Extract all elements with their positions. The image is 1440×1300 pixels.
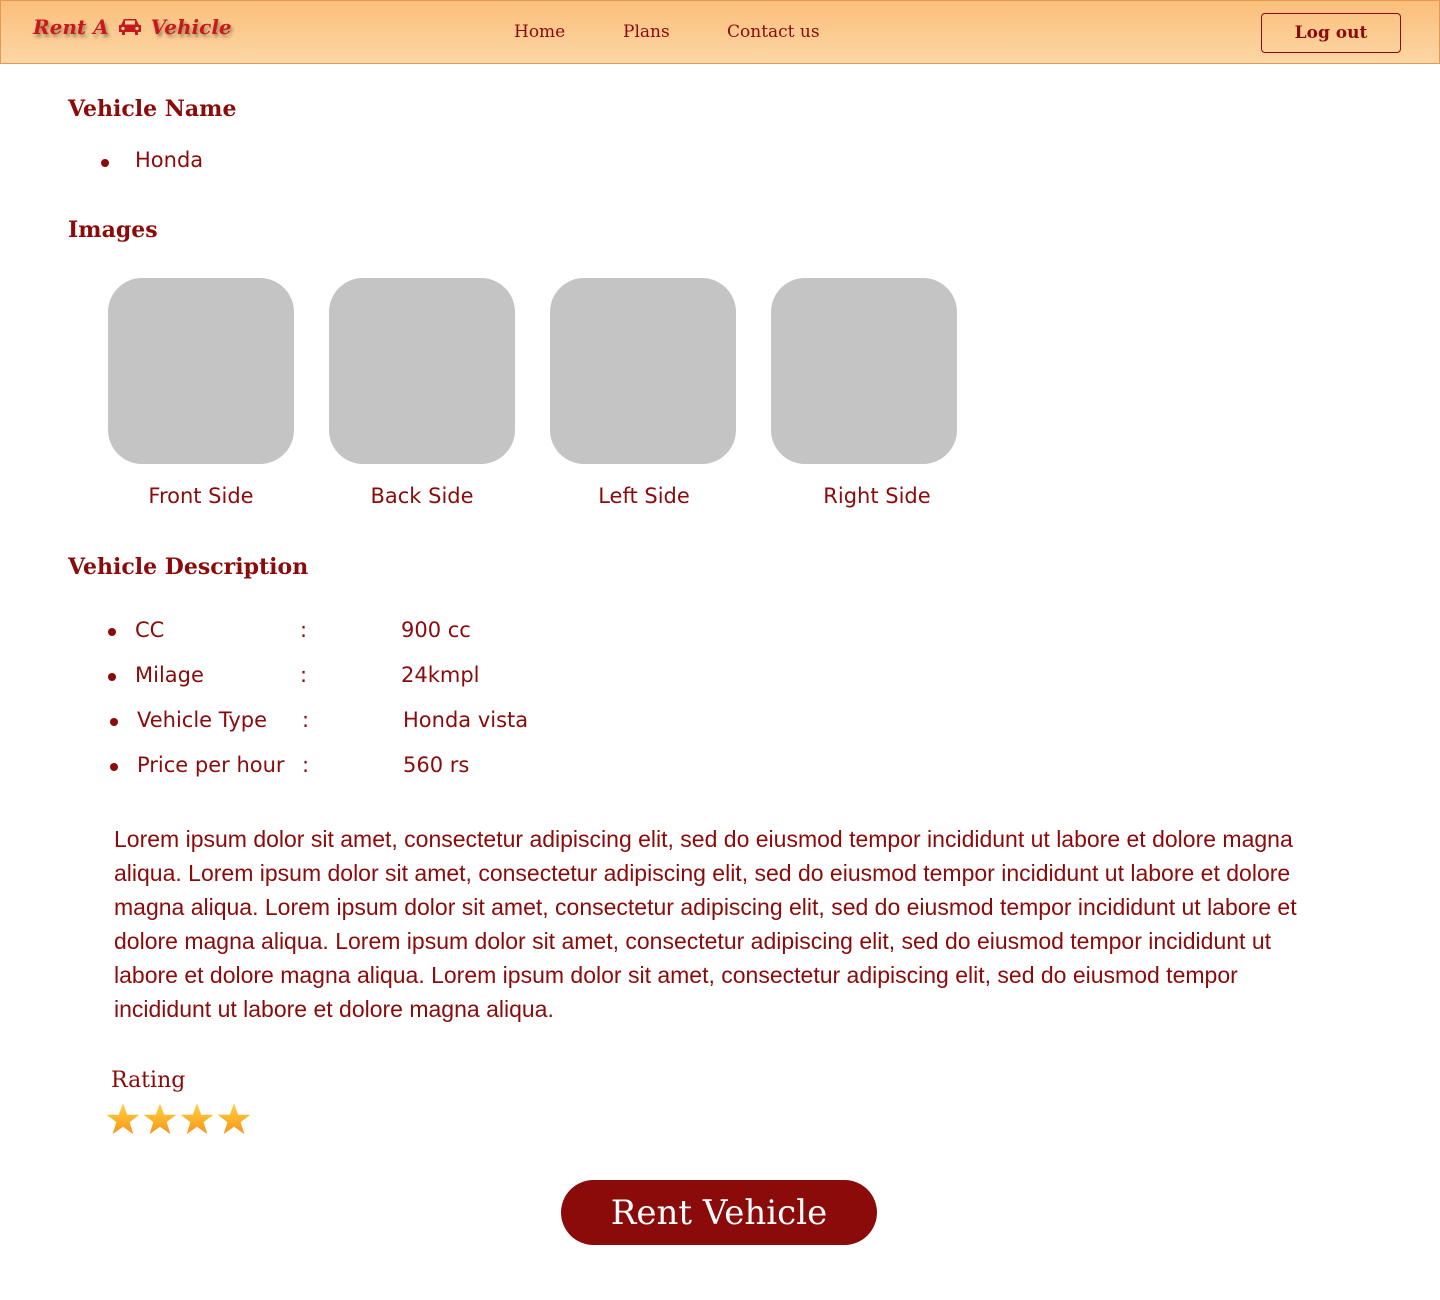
left-side-caption: Left Side <box>598 484 690 508</box>
spec-value-vehicle-type: Honda vista <box>403 708 529 732</box>
front-side-caption: Front Side <box>148 484 254 508</box>
nav-home-link[interactable]: Home <box>514 22 565 42</box>
star-icon <box>106 1103 140 1135</box>
spec-value-price-per-hour: 560 rs <box>403 753 470 777</box>
star-icon <box>143 1103 177 1135</box>
rating-stars <box>106 1102 251 1136</box>
nav-contact-link[interactable]: Contact us <box>727 22 820 42</box>
spec-separator: : <box>302 708 310 732</box>
rating-label: Rating <box>111 1068 186 1093</box>
bullet-dot <box>110 763 118 771</box>
spec-label-vehicle-type: Vehicle Type <box>137 708 268 732</box>
bullet-dot <box>108 673 116 681</box>
left-side-image[interactable] <box>550 278 736 464</box>
back-side-image[interactable] <box>329 278 515 464</box>
bullet-dot <box>101 159 109 167</box>
logout-button[interactable]: Log out <box>1261 13 1401 53</box>
spec-label-cc: CC <box>135 618 165 642</box>
spec-separator: : <box>300 618 308 642</box>
vehicle-description-heading: Vehicle Description <box>68 554 309 580</box>
rent-vehicle-button[interactable]: Rent Vehicle <box>561 1180 877 1245</box>
vehicle-name-value: Honda <box>135 148 204 172</box>
logo-text-suffix: Vehicle <box>150 15 232 39</box>
right-side-image[interactable] <box>771 278 957 464</box>
bullet-dot <box>108 628 116 636</box>
spec-separator: : <box>300 663 308 687</box>
car-icon <box>117 17 143 37</box>
brand-logo[interactable]: Rent A Vehicle <box>33 15 232 39</box>
vehicle-name-heading: Vehicle Name <box>68 96 237 122</box>
spec-value-cc: 900 cc <box>401 618 471 642</box>
front-side-image[interactable] <box>108 278 294 464</box>
right-side-caption: Right Side <box>823 484 931 508</box>
spec-label-price-per-hour: Price per hour <box>137 753 285 777</box>
star-icon <box>217 1103 251 1135</box>
images-heading: Images <box>68 217 158 243</box>
back-side-caption: Back Side <box>370 484 474 508</box>
top-nav-bar: Rent A Vehicle Home Plans Contact us Log… <box>0 0 1440 64</box>
nav-plans-link[interactable]: Plans <box>623 22 670 42</box>
star-icon <box>180 1103 214 1135</box>
spec-separator: : <box>302 753 310 777</box>
bullet-dot <box>110 718 118 726</box>
logo-text-prefix: Rent A <box>33 15 109 39</box>
spec-value-milage: 24kmpl <box>401 663 480 687</box>
vehicle-description-paragraph: Lorem ipsum dolor sit amet, consectetur … <box>114 826 1297 1022</box>
spec-label-milage: Milage <box>135 663 204 687</box>
